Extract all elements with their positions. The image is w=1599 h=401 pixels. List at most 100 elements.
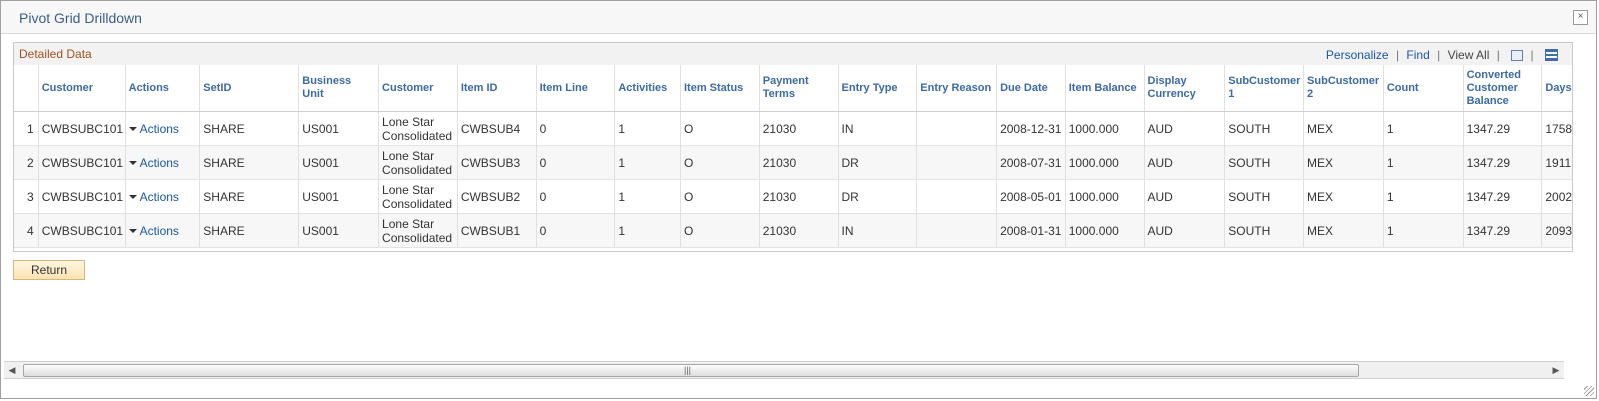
cell-entry-type: DR (838, 145, 918, 180)
grid-header-bar: Detailed Data Personalize | Find | View … (14, 43, 1572, 66)
col-entry-type[interactable]: Entry Type (838, 65, 918, 112)
cell-customer-name: Lone Star Consolidated (378, 111, 458, 146)
cell-converted-balance: 1347.29 (1463, 179, 1543, 214)
col-item-id[interactable]: Item ID (457, 65, 537, 112)
cell-item-line: 0 (536, 213, 616, 248)
cell-display-currency: AUD (1144, 111, 1226, 146)
col-business-unit[interactable]: Business Unit (298, 65, 380, 112)
col-count[interactable]: Count (1383, 65, 1464, 112)
cell-item-balance: 1000.000 (1065, 145, 1145, 180)
cell-item-id: CWBSUB1 (457, 213, 537, 248)
cell-item-line: 0 (536, 145, 616, 180)
cell-converted-balance: 1347.29 (1463, 145, 1543, 180)
cell-customer-name: Lone Star Consolidated (378, 213, 458, 248)
col-due-date[interactable]: Due Date (996, 65, 1066, 112)
col-subcustomer-2[interactable]: SubCustomer 2 (1303, 65, 1384, 112)
caret-down-icon (128, 194, 137, 199)
cell-subcustomer-1: SOUTH (1224, 213, 1305, 248)
cell-count: 1 (1383, 111, 1464, 146)
col-subcustomer-1[interactable]: SubCustomer 1 (1224, 65, 1305, 112)
cell-activities: 1 (614, 145, 681, 180)
cell-count: 1 (1383, 145, 1464, 180)
cell-item-balance: 1000.000 (1065, 111, 1145, 146)
cell-customer: CWBSUBC101 (38, 179, 126, 214)
cell-item-id: CWBSUB3 (457, 145, 537, 180)
cell-count: 1 (1383, 179, 1464, 214)
col-customer[interactable]: Customer (38, 65, 126, 112)
cell-item-id: CWBSUB2 (457, 179, 537, 214)
actions-menu[interactable]: Actions (125, 213, 201, 248)
new-window-icon[interactable] (1511, 50, 1524, 61)
cell-item-status: O (680, 111, 760, 146)
cell-payment-terms: 21030 (759, 145, 839, 180)
col-days[interactable]: Days (1541, 65, 1572, 112)
link-separator: | (1530, 48, 1534, 62)
col-entry-reason[interactable]: Entry Reason (916, 65, 998, 112)
download-spreadsheet-icon[interactable] (1545, 49, 1558, 61)
row-number: 1 (14, 111, 39, 146)
cell-entry-reason (916, 145, 998, 180)
col-customer-name[interactable]: Customer (378, 65, 458, 112)
caret-down-icon (128, 160, 137, 165)
col-converted-balance[interactable]: Converted Customer Balance (1463, 65, 1543, 112)
horizontal-scrollbar[interactable]: ◀ ||| ▶ (4, 361, 1564, 379)
scroll-right-arrow-icon[interactable]: ▶ (1548, 362, 1564, 378)
col-item-balance[interactable]: Item Balance (1065, 65, 1145, 112)
cell-days: 2093 (1541, 213, 1572, 248)
cell-setid: SHARE (199, 213, 300, 248)
window-title: Pivot Grid Drilldown (19, 10, 142, 26)
col-item-line[interactable]: Item Line (536, 65, 616, 112)
cell-item-status: O (680, 179, 760, 214)
scrollbar-thumb[interactable]: ||| (23, 364, 1359, 377)
actions-link[interactable]: Actions (140, 122, 179, 136)
cell-business-unit: US001 (298, 179, 380, 214)
col-activities[interactable]: Activities (614, 65, 681, 112)
cell-subcustomer-2: MEX (1303, 213, 1384, 248)
return-button[interactable]: Return (13, 260, 85, 280)
cell-entry-type: IN (838, 111, 918, 146)
actions-link[interactable]: Actions (140, 156, 179, 170)
actions-link[interactable]: Actions (140, 224, 179, 238)
cell-activities: 1 (614, 179, 681, 214)
actions-menu[interactable]: Actions (125, 145, 201, 180)
view-all-label: View All (1447, 48, 1490, 62)
row-number: 2 (14, 145, 39, 180)
actions-menu[interactable]: Actions (125, 179, 201, 214)
cell-customer: CWBSUBC101 (38, 213, 126, 248)
col-item-status[interactable]: Item Status (680, 65, 760, 112)
actions-menu[interactable]: Actions (125, 111, 201, 146)
table-row: 4 CWBSUBC101 Actions SHARE US001 Lone St… (14, 213, 1572, 248)
col-rownum (14, 65, 39, 112)
cell-due-date: 2008-12-31 (996, 111, 1066, 146)
cell-converted-balance: 1347.29 (1463, 111, 1543, 146)
cell-item-line: 0 (536, 179, 616, 214)
cell-subcustomer-2: MEX (1303, 145, 1384, 180)
link-separator: | (1496, 48, 1500, 62)
cell-display-currency: AUD (1144, 213, 1226, 248)
personalize-link[interactable]: Personalize (1326, 48, 1389, 62)
cell-display-currency: AUD (1144, 145, 1226, 180)
cell-business-unit: US001 (298, 111, 380, 146)
col-display-currency[interactable]: Display Currency (1144, 65, 1226, 112)
header-row: Customer Actions SetID Business Unit Cus… (14, 65, 1572, 112)
caret-down-icon (128, 126, 137, 131)
detailed-data-grid: Detailed Data Personalize | Find | View … (13, 42, 1573, 252)
actions-link[interactable]: Actions (140, 190, 179, 204)
cell-item-balance: 1000.000 (1065, 213, 1145, 248)
cell-days: 1911 (1541, 145, 1572, 180)
cell-setid: SHARE (199, 145, 300, 180)
cell-subcustomer-2: MEX (1303, 111, 1384, 146)
cell-payment-terms: 21030 (759, 213, 839, 248)
find-link[interactable]: Find (1406, 48, 1429, 62)
scroll-left-arrow-icon[interactable]: ◀ (4, 362, 20, 378)
cell-subcustomer-1: SOUTH (1224, 111, 1305, 146)
grid-title: Detailed Data (19, 47, 92, 61)
cell-customer-name: Lone Star Consolidated (378, 145, 458, 180)
col-payment-terms[interactable]: Payment Terms (759, 65, 839, 112)
col-setid[interactable]: SetID (199, 65, 300, 112)
grid-toolbar: Personalize | Find | View All | | (1326, 48, 1558, 62)
row-number: 3 (14, 179, 39, 214)
cell-due-date: 2008-07-31 (996, 145, 1066, 180)
resize-handle-icon[interactable] (1584, 386, 1594, 396)
close-button[interactable]: × (1573, 10, 1588, 25)
